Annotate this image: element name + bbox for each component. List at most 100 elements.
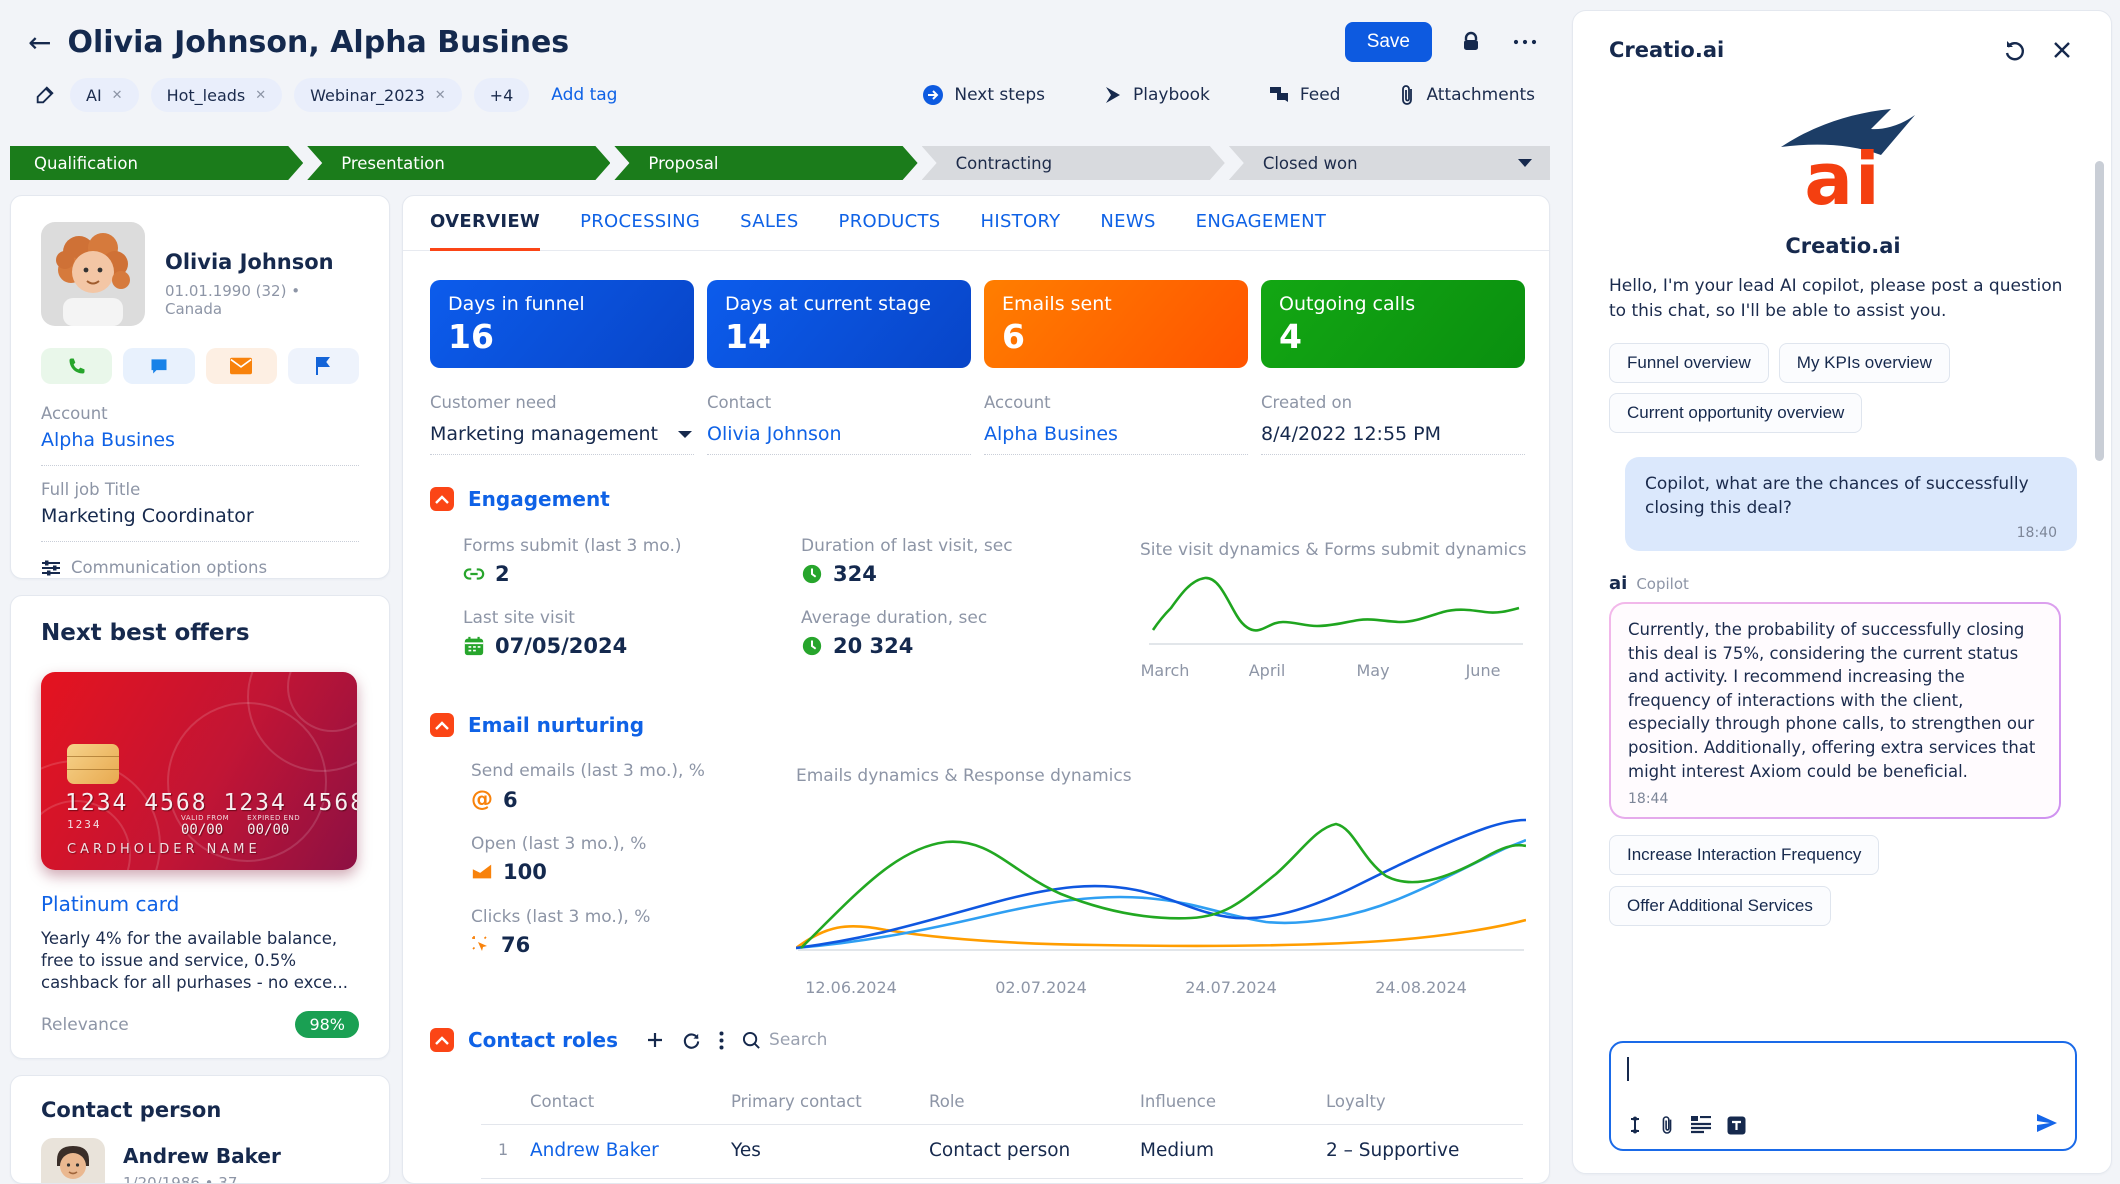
remove-tag-icon[interactable]: ✕ xyxy=(112,88,123,103)
chip-kpis-overview[interactable]: My KPIs overview xyxy=(1779,343,1950,383)
contact-person-name: Andrew Baker xyxy=(123,1144,281,1168)
contact-roles-header: Contact roles Search xyxy=(430,1028,827,1052)
account-link[interactable]: Alpha Busines xyxy=(984,416,1248,455)
tab-sales[interactable]: SALES xyxy=(740,196,798,251)
avatar xyxy=(41,222,145,326)
contact-link[interactable]: Olivia Johnson xyxy=(707,416,971,455)
email-button[interactable] xyxy=(206,348,277,384)
collapse-icon[interactable] xyxy=(430,487,454,511)
customer-need-label: Customer need xyxy=(430,393,694,412)
collapse-icon[interactable] xyxy=(430,713,454,737)
metric-outgoing-calls: Outgoing calls 4 xyxy=(1261,280,1525,368)
search-button[interactable]: Search xyxy=(742,1030,827,1050)
site-visit-chart xyxy=(1145,564,1527,656)
scrollbar[interactable] xyxy=(2095,161,2104,461)
mail-icon xyxy=(230,357,252,375)
engagement-section-header: Engagement xyxy=(430,487,610,511)
x-tick: 02.07.2024 xyxy=(995,978,1087,997)
remove-tag-icon[interactable]: ✕ xyxy=(255,88,266,103)
tag-pill[interactable]: Webinar_2023✕ xyxy=(294,78,461,112)
offer-name-link[interactable]: Platinum card xyxy=(41,892,359,916)
edit-tags-icon[interactable] xyxy=(30,80,60,110)
x-tick: May xyxy=(1356,661,1389,680)
more-menu-icon[interactable] xyxy=(1510,27,1540,57)
phone-icon xyxy=(67,356,87,376)
tab-bar: OVERVIEW PROCESSING SALES PRODUCTS HISTO… xyxy=(403,196,1549,251)
refresh-icon[interactable] xyxy=(682,1031,701,1050)
add-icon[interactable] xyxy=(646,1031,664,1049)
communication-options-button[interactable]: Communication options xyxy=(41,558,359,577)
table-row[interactable]: 1 Andrew Baker Yes Contact person Medium… xyxy=(530,1140,1523,1161)
chip-funnel-overview[interactable]: Funnel overview xyxy=(1609,343,1769,383)
playbook-button[interactable]: Playbook xyxy=(1103,85,1210,105)
contact-label: Contact xyxy=(707,393,971,412)
account-link[interactable]: Alpha Busines xyxy=(41,429,359,451)
x-tick: June xyxy=(1466,661,1501,680)
customer-need-select[interactable]: Marketing management xyxy=(430,416,694,455)
stage-qualification[interactable]: Qualification xyxy=(10,146,303,180)
playbook-icon xyxy=(1103,85,1123,105)
chip-offer-services[interactable]: Offer Additional Services xyxy=(1609,886,1831,926)
email-stat: Send emails (last 3 mo.), % @6 xyxy=(471,761,705,812)
stage-closed-won[interactable]: Closed won xyxy=(1229,146,1550,180)
chat-button[interactable] xyxy=(123,348,194,384)
template-icon[interactable] xyxy=(1691,1116,1711,1134)
email-stat: Clicks (last 3 mo.), % 76 xyxy=(471,907,650,957)
text-height-icon[interactable] xyxy=(1627,1114,1643,1136)
call-button[interactable] xyxy=(41,348,112,384)
tab-history[interactable]: HISTORY xyxy=(981,196,1061,251)
restart-icon[interactable] xyxy=(1999,35,2029,65)
chip-increase-frequency[interactable]: Increase Interaction Frequency xyxy=(1609,835,1879,875)
more-tags-pill[interactable]: +4 xyxy=(474,78,530,112)
tag-pill[interactable]: Hot_leads✕ xyxy=(151,78,283,112)
next-steps-button[interactable]: Next steps xyxy=(922,84,1045,106)
send-icon[interactable] xyxy=(2035,1111,2059,1139)
stage-presentation[interactable]: Presentation xyxy=(307,146,610,180)
attach-icon[interactable] xyxy=(1659,1115,1675,1135)
contact-name: Olivia Johnson xyxy=(165,250,359,274)
message-time: 18:40 xyxy=(1645,525,2057,541)
stage-dropdown-icon[interactable] xyxy=(1518,159,1532,167)
stage-proposal[interactable]: Proposal xyxy=(614,146,917,180)
copilot-input[interactable] xyxy=(1609,1041,2077,1151)
tab-engagement[interactable]: ENGAGEMENT xyxy=(1196,196,1326,251)
feed-button[interactable]: Feed xyxy=(1268,85,1341,105)
tab-products[interactable]: PRODUCTS xyxy=(839,196,941,251)
attachments-button[interactable]: Attachments xyxy=(1398,84,1535,106)
emails-chart-title: Emails dynamics & Response dynamics xyxy=(796,766,1132,786)
contact-link[interactable]: Andrew Baker xyxy=(530,1140,731,1161)
metric-cards: Days in funnel 16 Days at current stage … xyxy=(430,280,1525,368)
ai-message-bubble: Currently, the probability of successful… xyxy=(1609,602,2061,819)
kebab-menu-icon[interactable] xyxy=(719,1031,724,1050)
stage-contracting[interactable]: Contracting xyxy=(922,146,1225,180)
close-icon[interactable] xyxy=(2047,35,2077,65)
tag-label: AI xyxy=(86,86,102,105)
tab-processing[interactable]: PROCESSING xyxy=(580,196,700,251)
lock-icon[interactable] xyxy=(1456,27,1486,57)
text-format-icon[interactable] xyxy=(1727,1116,1746,1135)
tab-news[interactable]: NEWS xyxy=(1100,196,1155,251)
emails-chart xyxy=(796,790,1526,962)
feed-icon xyxy=(1268,85,1290,105)
card-number: 1234 4568 1234 4568 xyxy=(65,790,357,816)
tag-bar: AI✕ Hot_leads✕ Webinar_2023✕ +4 Add tag … xyxy=(30,76,1535,114)
collapse-icon[interactable] xyxy=(430,1028,454,1052)
add-tag-button[interactable]: Add tag xyxy=(551,85,617,105)
logo-ai-text: ai xyxy=(1804,147,1881,212)
tag-pill[interactable]: AI ✕ xyxy=(70,78,139,112)
chip-opportunity-overview[interactable]: Current opportunity overview xyxy=(1609,393,1862,433)
suggestion-chips: Funnel overview My KPIs overview Current… xyxy=(1609,343,2077,433)
account-label: Account xyxy=(41,404,359,423)
created-on-value: 8/4/2022 12:55 PM xyxy=(1261,416,1525,455)
remove-tag-icon[interactable]: ✕ xyxy=(435,88,446,103)
save-button[interactable]: Save xyxy=(1345,22,1432,62)
flag-button[interactable] xyxy=(288,348,359,384)
back-icon[interactable]: ← xyxy=(28,26,51,59)
tab-overview[interactable]: OVERVIEW xyxy=(430,196,540,251)
copilot-greeting: Hello, I'm your lead AI copilot, please … xyxy=(1609,274,2077,325)
next-best-offers-card: Next best offers 1234 4568 1234 4568 123… xyxy=(10,595,390,1059)
contact-person-meta: 1/20/1986 • 37 xyxy=(123,1174,281,1184)
card-chip xyxy=(67,744,119,784)
paperclip-icon xyxy=(1398,84,1416,106)
contact-person-title: Contact person xyxy=(41,1098,359,1122)
